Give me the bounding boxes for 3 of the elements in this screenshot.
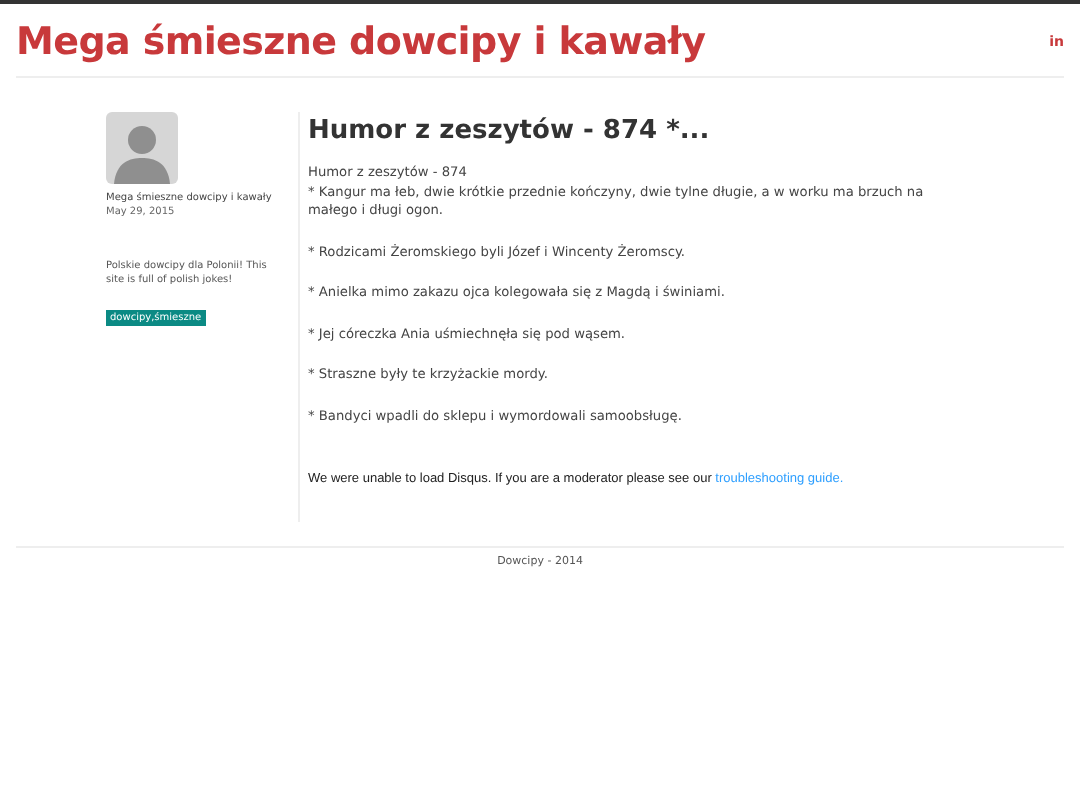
avatar-icon: [106, 112, 178, 184]
post-title: Humor z zeszytów - 874 *...: [308, 116, 712, 146]
site-title[interactable]: Mega śmieszne dowcipy i kawały: [16, 20, 706, 64]
